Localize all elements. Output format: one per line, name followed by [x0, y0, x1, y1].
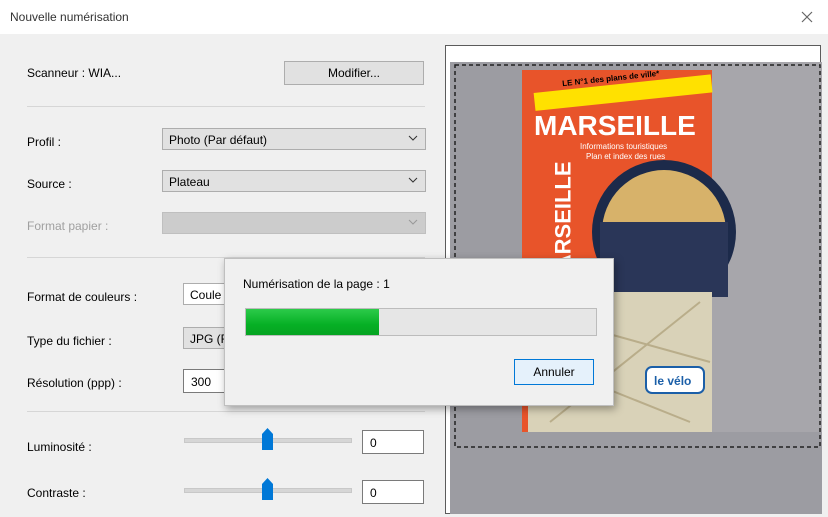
contrast-value: 0 [370, 486, 377, 500]
color-format-label: Format de couleurs : [27, 290, 138, 304]
brightness-slider-thumb[interactable] [262, 428, 273, 450]
profile-select[interactable]: Photo (Par défaut) [162, 128, 426, 150]
modify-scanner-button[interactable]: Modifier... [284, 61, 424, 85]
brightness-input[interactable]: 0 [362, 430, 424, 454]
brightness-value: 0 [370, 436, 377, 450]
window-title: Nouvelle numérisation [10, 10, 129, 24]
resolution-value: 300 [191, 375, 212, 389]
resolution-label: Résolution (ppp) : [27, 376, 122, 390]
title-bar: Nouvelle numérisation [0, 0, 828, 35]
divider [27, 411, 425, 412]
source-value: Plateau [169, 175, 210, 189]
chevron-down-icon [408, 177, 418, 183]
cover-title: MARSEILLE [534, 110, 696, 141]
cover-badge: le vélo [654, 374, 692, 388]
contrast-label: Contraste : [27, 486, 86, 500]
scan-progress-dialog: Numérisation de la page : 1 Annuler [224, 258, 614, 406]
cover-subtitle-2: Plan et index des rues [586, 152, 666, 161]
paper-format-label: Format papier : [27, 219, 109, 233]
paper-format-select [162, 212, 426, 234]
file-type-label: Type du fichier : [27, 334, 112, 348]
chevron-down-icon [408, 219, 418, 225]
source-label: Source : [27, 177, 72, 191]
progress-bar [245, 308, 597, 336]
brightness-label: Luminosité : [27, 440, 92, 454]
contrast-input[interactable]: 0 [362, 480, 424, 504]
scanner-label: Scanneur : WIA... [27, 66, 122, 80]
profile-label: Profil : [27, 135, 62, 149]
progress-bar-fill [246, 309, 379, 335]
cover-subtitle-1: Informations touristiques [580, 142, 668, 151]
close-icon[interactable] [797, 7, 817, 27]
cancel-button[interactable]: Annuler [514, 359, 594, 385]
profile-value: Photo (Par défaut) [169, 133, 268, 147]
color-format-value: Coule [190, 288, 222, 302]
file-type-value: JPG (F [190, 332, 228, 346]
chevron-down-icon [408, 135, 418, 141]
contrast-slider-thumb[interactable] [262, 478, 273, 500]
progress-message: Numérisation de la page : 1 [243, 277, 390, 291]
source-select[interactable]: Plateau [162, 170, 426, 192]
divider [27, 106, 425, 107]
